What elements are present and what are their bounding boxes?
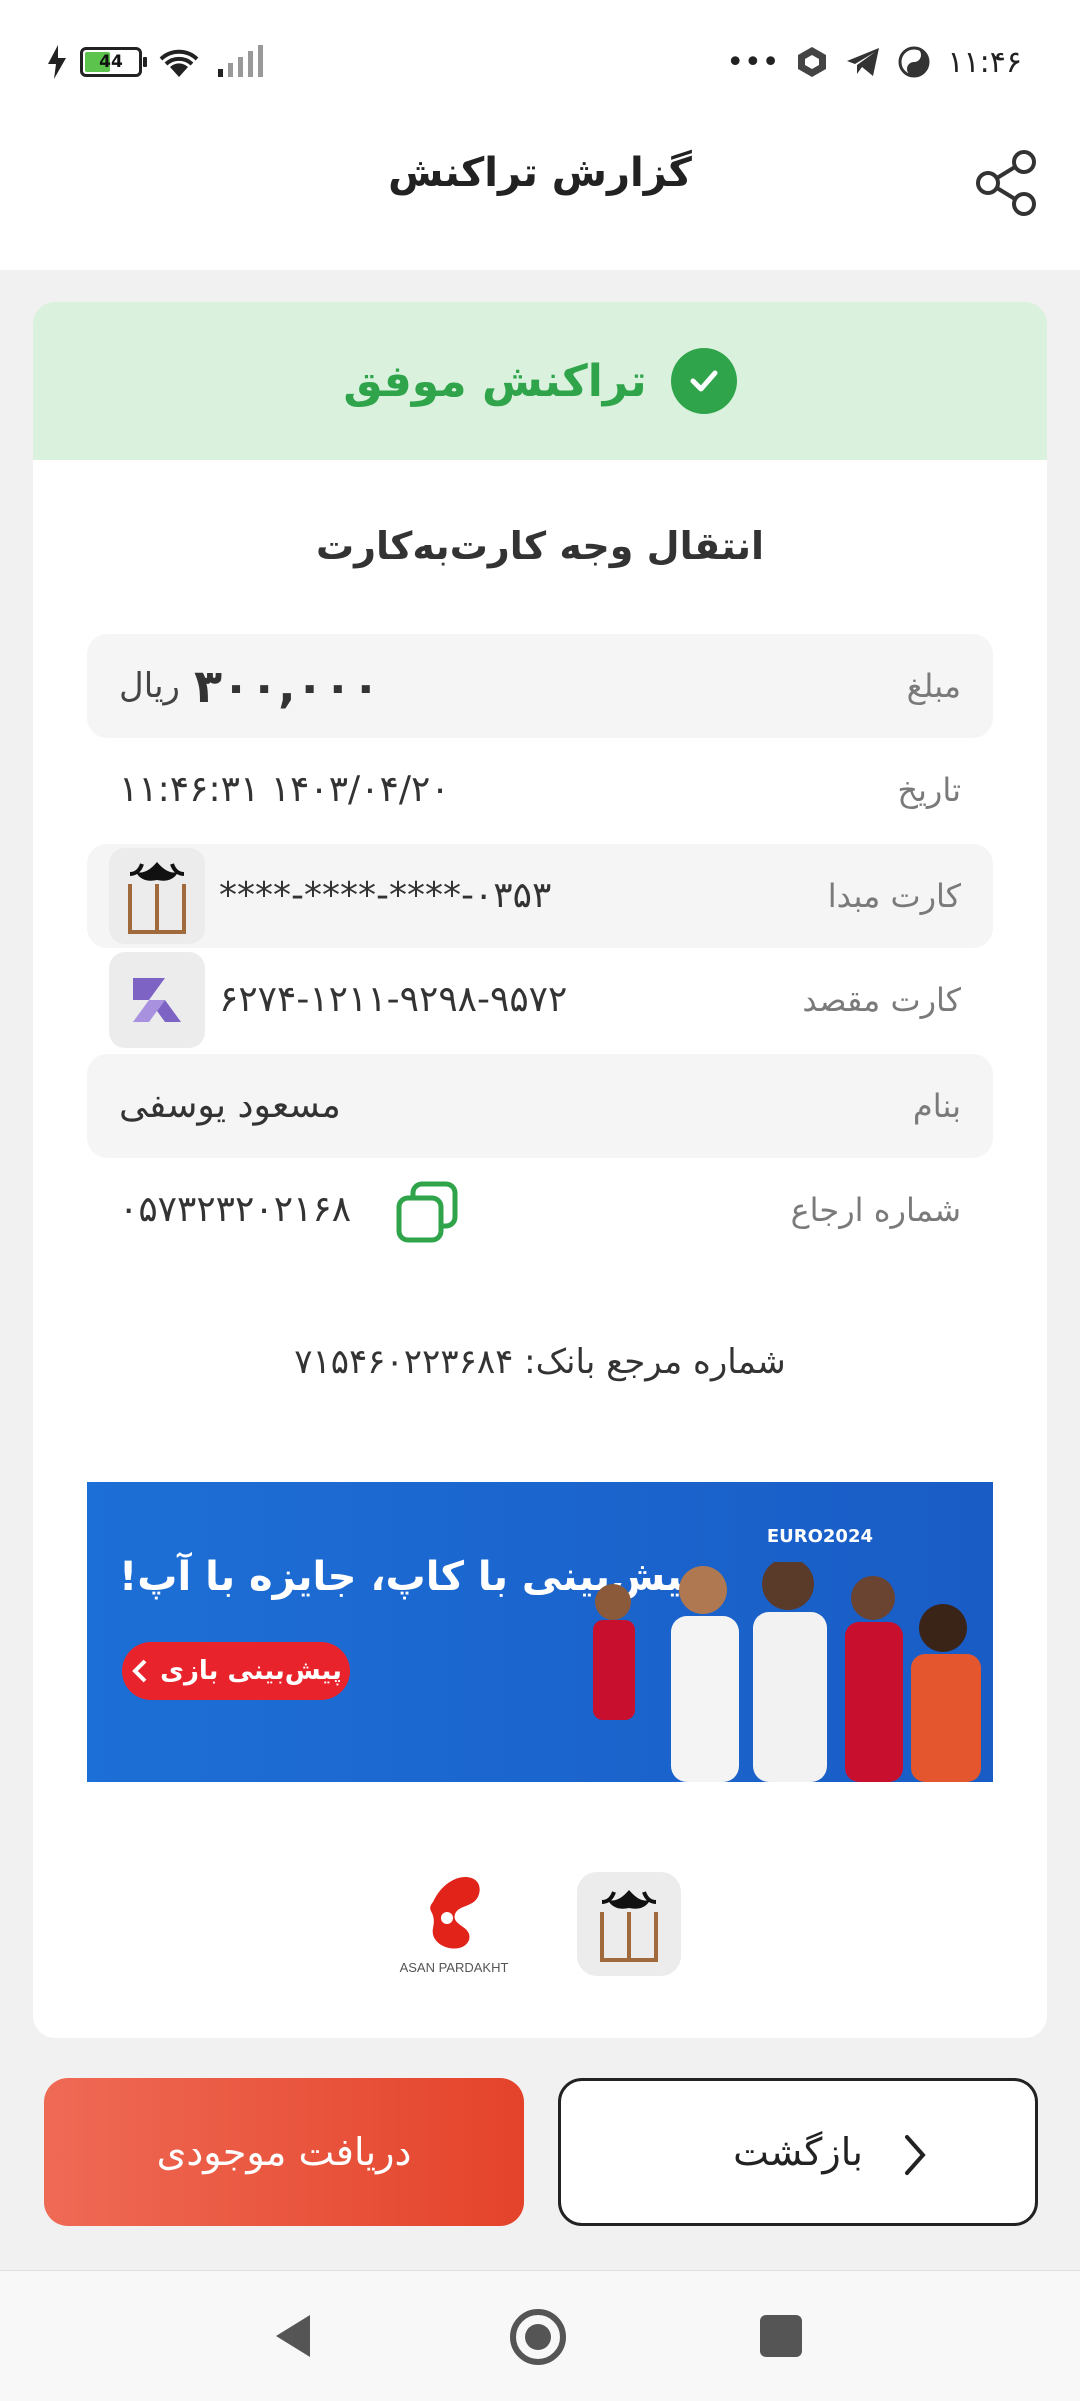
success-banner: تراکنش موفق	[33, 302, 1047, 460]
recipient-name: مسعود یوسفی	[119, 1085, 341, 1126]
source-card-number: ****-****-****-۰۳۵۳	[219, 875, 552, 916]
status-left: 44	[48, 36, 266, 88]
football-players-image	[593, 1562, 981, 1782]
app-header: گزارش تراکنش	[0, 120, 1080, 270]
battery-icon: 44	[80, 47, 147, 77]
source-card-label: کارت مبدا	[827, 877, 961, 915]
amount-value: ۳۰۰,۰۰۰	[193, 659, 380, 713]
battery-level: 44	[99, 52, 123, 72]
app-hexagon-icon	[798, 47, 827, 77]
amount-value-group: ریال ۳۰۰,۰۰۰	[119, 634, 380, 738]
vpn-icon	[898, 46, 930, 78]
system-nav-bar	[0, 2270, 1080, 2401]
chevron-left-icon	[132, 1659, 147, 1683]
reference-label: شماره ارجاع	[790, 1191, 961, 1229]
success-text: تراکنش موفق	[343, 355, 647, 407]
charging-icon	[48, 45, 66, 79]
status-bar: 44 ••• ۱۱:۴۶	[0, 0, 1080, 120]
status-time: ۱۱:۴۶	[947, 44, 1022, 80]
get-balance-label: دریافت موجودی	[156, 2130, 412, 2174]
amount-unit: ریال	[119, 666, 180, 706]
reference-row: شماره ارجاع ۰۵۷۳۲۳۲۰۲۱۶۸	[87, 1158, 993, 1262]
recipient-row: بنام مسعود یوسفی	[87, 1054, 993, 1158]
bank-logo	[577, 1872, 681, 1976]
get-balance-button[interactable]: دریافت موجودی	[44, 2078, 524, 2226]
more-dots: •••	[726, 44, 780, 80]
date-row: تاریخ ۱۱:۴۶:۳۱ ۱۴۰۳/۰۴/۲۰	[87, 738, 993, 842]
source-bank-logo	[109, 848, 205, 944]
back-button[interactable]: بازگشت	[558, 2078, 1038, 2226]
bank-reference: شماره مرجع بانک: ۷۱۵۴۶۰۲۲۳۶۸۴	[294, 1342, 786, 1382]
status-right: ••• ۱۱:۴۶	[726, 36, 1022, 88]
date-label: تاریخ	[897, 771, 961, 809]
dest-card-label: کارت مقصد	[802, 981, 961, 1019]
recipient-label: بنام	[912, 1087, 961, 1125]
nav-recents-icon[interactable]	[760, 2315, 802, 2357]
wifi-icon	[159, 49, 199, 77]
source-card-row: کارت مبدا ****-****-****-۰۳۵۳	[87, 844, 993, 948]
banner-predict-button[interactable]: پیش‌بینی بازی	[122, 1642, 350, 1700]
nav-back-icon[interactable]	[270, 2311, 314, 2361]
receipt-card: تراکنش موفق انتقال وجه کارت‌به‌کارت مبلغ…	[33, 302, 1047, 2038]
back-label: بازگشت	[733, 2130, 863, 2174]
nav-home-icon[interactable]	[508, 2307, 568, 2367]
signal-icon	[218, 45, 263, 77]
promo-banner[interactable]: پیش‌بینی با کاپ، جایزه با آپ! پیش‌بینی ب…	[87, 1482, 993, 1782]
chevron-right-icon	[905, 2135, 926, 2175]
dest-card-number: ۶۲۷۴-۱۲۱۱-۹۲۹۸-۹۵۷۲	[219, 979, 568, 1020]
partner-logos: ASAN PARDAKHT	[33, 1868, 1047, 1978]
transaction-title: انتقال وجه کارت‌به‌کارت	[315, 524, 765, 568]
date-value: ۱۱:۴۶:۳۱ ۱۴۰۳/۰۴/۲۰	[119, 769, 450, 810]
amount-row: مبلغ ریال ۳۰۰,۰۰۰	[87, 634, 993, 738]
dest-bank-logo	[109, 952, 205, 1048]
euro-badge: EURO2024	[766, 1526, 873, 1547]
copy-icon[interactable]	[395, 1180, 459, 1244]
check-icon	[670, 348, 737, 414]
amount-label: مبلغ	[906, 667, 961, 705]
page-title: گزارش تراکنش	[388, 150, 692, 196]
telegram-icon	[847, 48, 880, 76]
reference-value: ۰۵۷۳۲۳۲۰۲۱۶۸	[119, 1189, 352, 1230]
banner-button-label: پیش‌بینی بازی	[160, 1656, 342, 1686]
dest-card-row: کارت مقصد ۶۲۷۴-۱۲۱۱-۹۲۹۸-۹۵۷۲	[87, 948, 993, 1052]
share-icon[interactable]	[972, 148, 1042, 218]
asan-pardakht-logo: ASAN PARDAKHT	[389, 1868, 519, 1978]
asan-logo-text: ASAN PARDAKHT	[400, 1960, 509, 1975]
